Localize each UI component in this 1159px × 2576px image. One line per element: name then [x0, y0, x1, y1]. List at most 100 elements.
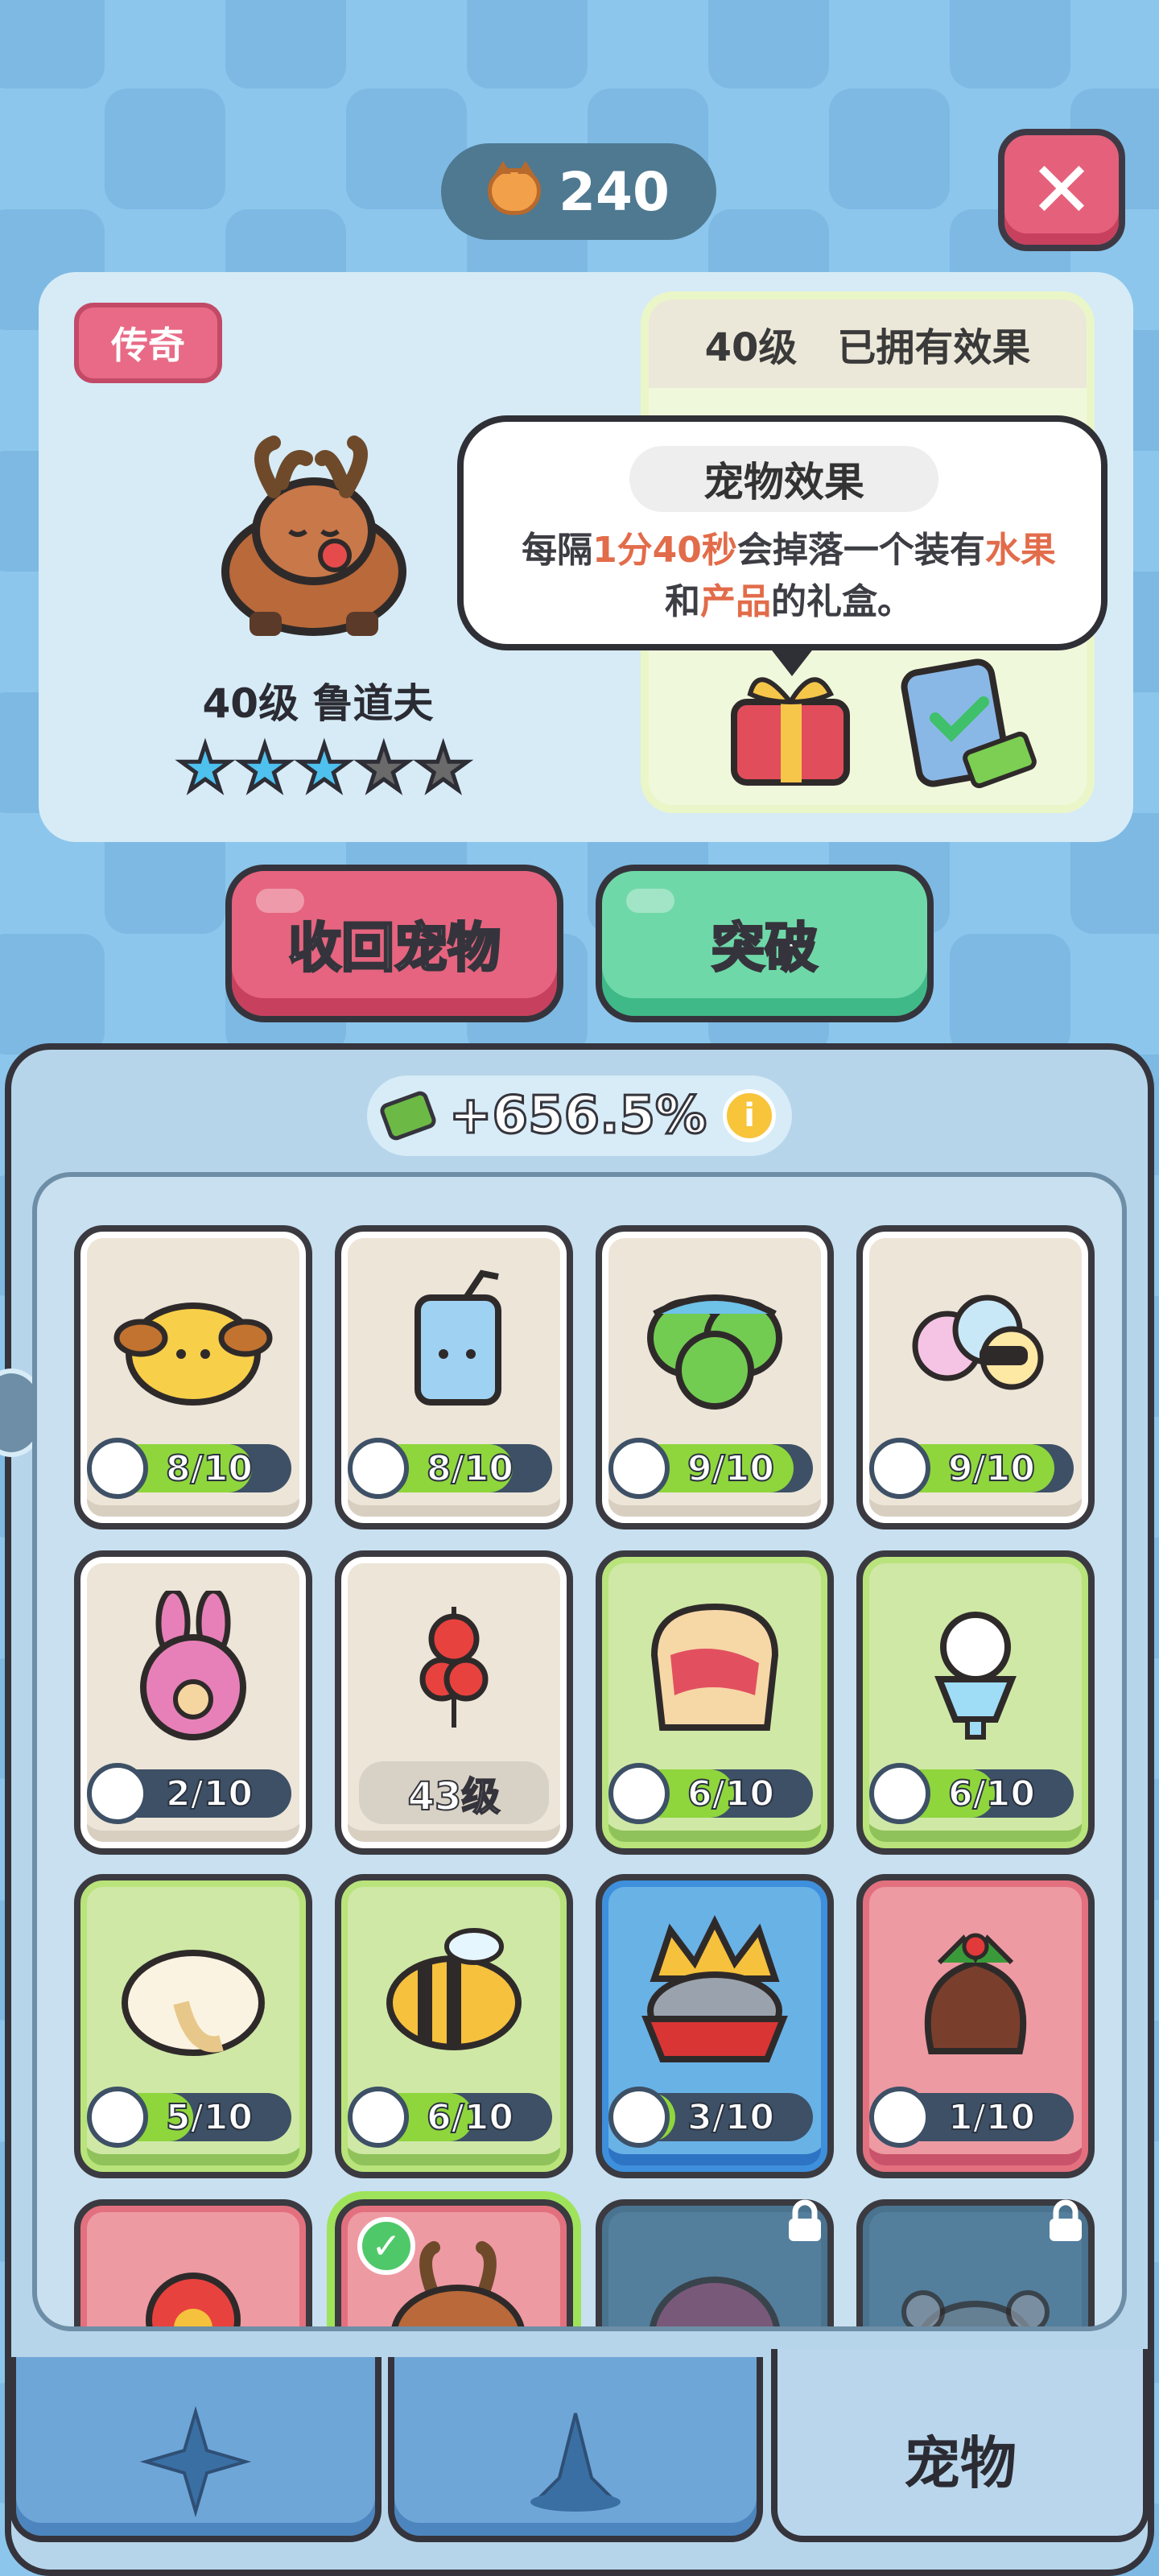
- candied-haws-pet-icon: [419, 1607, 489, 1728]
- button-gloss: [256, 889, 304, 913]
- pet-card-cat-parfait[interactable]: 6/10: [856, 1550, 1095, 1855]
- breakthrough-button[interactable]: 突破: [596, 865, 934, 1022]
- star-filled-icon: ★: [234, 733, 295, 805]
- progress-text: 3/10: [687, 2096, 775, 2139]
- background-tile: [225, 0, 346, 89]
- progress-text: 6/10: [947, 1773, 1036, 1815]
- cash-icon: [377, 1088, 439, 1143]
- tooltip-highlight-product: 产品: [700, 581, 771, 622]
- milk-carton-pet-icon: [415, 1269, 501, 1406]
- star-filled-icon: ★: [294, 733, 354, 805]
- pet-grid: 8/10 8/10 9/10 9/10 2/10 43级 6/10 6/10 5…: [32, 1172, 1127, 2331]
- effects-level: 40级: [704, 325, 798, 370]
- background-tile: [0, 934, 105, 1055]
- star-empty-icon: ★: [353, 733, 414, 805]
- pet-card-sheep[interactable]: 9/10: [856, 1225, 1095, 1530]
- christmas-pudding-pet-icon: [924, 1933, 1027, 2054]
- tooltip-text: 每隔1分40秒会掉落一个装有水果和产品的礼盒。: [512, 525, 1066, 628]
- cat-parfait-pet-icon: [934, 1612, 1017, 1740]
- cat-coin-icon: [488, 161, 542, 215]
- rarity-badge: 传奇: [74, 303, 222, 383]
- pet-name-level: 40级 鲁道夫: [202, 680, 434, 727]
- breakthrough-label: 突破: [711, 916, 819, 980]
- pet-card-candy[interactable]: 43级: [335, 1550, 573, 1855]
- tooltip-highlight-fruit: 水果: [984, 530, 1056, 571]
- red-flower-pet-icon: [146, 2273, 241, 2326]
- pet-card-bunny[interactable]: 2/10: [74, 1550, 312, 1855]
- bottom-nav: 宠物: [0, 2349, 1159, 2576]
- tooltip-text-part: 会掉落一个装有: [736, 530, 985, 571]
- background-tile: [950, 0, 1070, 89]
- progress-text: 8/10: [165, 1447, 254, 1490]
- lock-icon: [1050, 2199, 1082, 2241]
- effects-icon-row: [718, 654, 1040, 791]
- progress-text: 2/10: [165, 1773, 254, 1815]
- star-rating: ★ ★ ★ ★ ★: [175, 733, 474, 805]
- background-tile: [105, 89, 225, 209]
- toast-pet-icon: [650, 1603, 779, 1731]
- background-tile: [950, 934, 1070, 1055]
- selected-check-icon: ✓: [357, 2217, 415, 2275]
- currency-amount: 240: [559, 160, 670, 223]
- recall-pet-label: 收回宠物: [287, 916, 502, 980]
- pet-card-clover[interactable]: 9/10: [596, 1225, 834, 1530]
- bunny-donut-pet-icon: [140, 1591, 246, 1740]
- pet-badge-icon: [87, 2087, 148, 2148]
- effects-header: 40级 已拥有效果: [649, 299, 1087, 388]
- pet-card-king[interactable]: 3/10: [596, 1874, 834, 2178]
- nav-tab-wizard[interactable]: [388, 2357, 763, 2542]
- pet-card-milk[interactable]: 8/10: [335, 1225, 573, 1530]
- pet-level-pill: 43级: [359, 1761, 549, 1824]
- pet-badge-icon: [869, 1438, 930, 1499]
- close-icon: ✕: [1029, 145, 1095, 235]
- pet-badge-icon: [87, 1763, 148, 1824]
- pet-card-bee[interactable]: 6/10: [335, 1874, 573, 2178]
- pet-badge-icon: [608, 2087, 670, 2148]
- pet-effect-tooltip: 宠物效果 每隔1分40秒会掉落一个装有水果和产品的礼盒。: [457, 415, 1107, 676]
- progress-text: 9/10: [947, 1447, 1036, 1490]
- pet-card-pudding[interactable]: 1/10: [856, 1874, 1095, 2178]
- pet-badge-icon: [348, 2087, 409, 2148]
- currency-display: 240: [441, 143, 716, 240]
- nav-tab-pets-label: 宠物: [904, 2430, 1017, 2496]
- close-button[interactable]: ✕: [998, 129, 1125, 251]
- pet-card-locked: [856, 2199, 1095, 2326]
- tooltip-title: 宠物效果: [629, 446, 938, 512]
- dog-pet-icon: [113, 1302, 273, 1406]
- background-tile: [0, 0, 105, 89]
- tooltip-text-part: 每隔: [522, 530, 593, 571]
- total-bonus-pill: +656.5% i: [367, 1075, 792, 1156]
- progress-text: 5/10: [165, 2096, 254, 2139]
- pet-card-reindeer-selected[interactable]: ✓: [327, 2191, 581, 2326]
- progress-text: 8/10: [426, 1447, 514, 1490]
- pet-card-flower[interactable]: [74, 2199, 312, 2326]
- progress-text: 9/10: [687, 1447, 775, 1490]
- lock-icon: [789, 2199, 821, 2241]
- clover-pet-icon: [647, 1294, 782, 1410]
- clipboard-cash-icon[interactable]: [895, 654, 1040, 791]
- hamster-pet-icon: [122, 1950, 265, 2056]
- effects-owned-label: 已拥有效果: [837, 325, 1031, 370]
- reindeer-pet-icon: [221, 436, 406, 636]
- pet-badge-icon: [608, 1438, 670, 1499]
- nav-tab-star[interactable]: [10, 2357, 382, 2542]
- pet-card-hamster[interactable]: 5/10: [74, 1874, 312, 2178]
- pet-badge-icon: [869, 2087, 930, 2148]
- progress-text: 6/10: [687, 1773, 775, 1815]
- king-pet-icon: [641, 1915, 788, 2062]
- background-tile: [467, 0, 588, 89]
- crab-pet-icon: [901, 2290, 1050, 2326]
- pet-card-toast[interactable]: 6/10: [596, 1550, 834, 1855]
- pet-badge-icon: [87, 1438, 148, 1499]
- info-icon[interactable]: i: [723, 1089, 777, 1142]
- pet-badge-icon: [608, 1763, 670, 1824]
- sparkle-star-icon: [139, 2405, 252, 2518]
- star-empty-icon: ★: [413, 733, 473, 805]
- pet-card-dog[interactable]: 8/10: [74, 1225, 312, 1530]
- bee-pet-icon: [386, 1928, 522, 2050]
- background-tile: [708, 0, 829, 89]
- recall-pet-button[interactable]: 收回宠物: [225, 865, 563, 1022]
- background-tile: [829, 89, 950, 209]
- nav-tab-pets[interactable]: 宠物: [771, 2349, 1149, 2542]
- wizard-hat-icon: [530, 2413, 621, 2512]
